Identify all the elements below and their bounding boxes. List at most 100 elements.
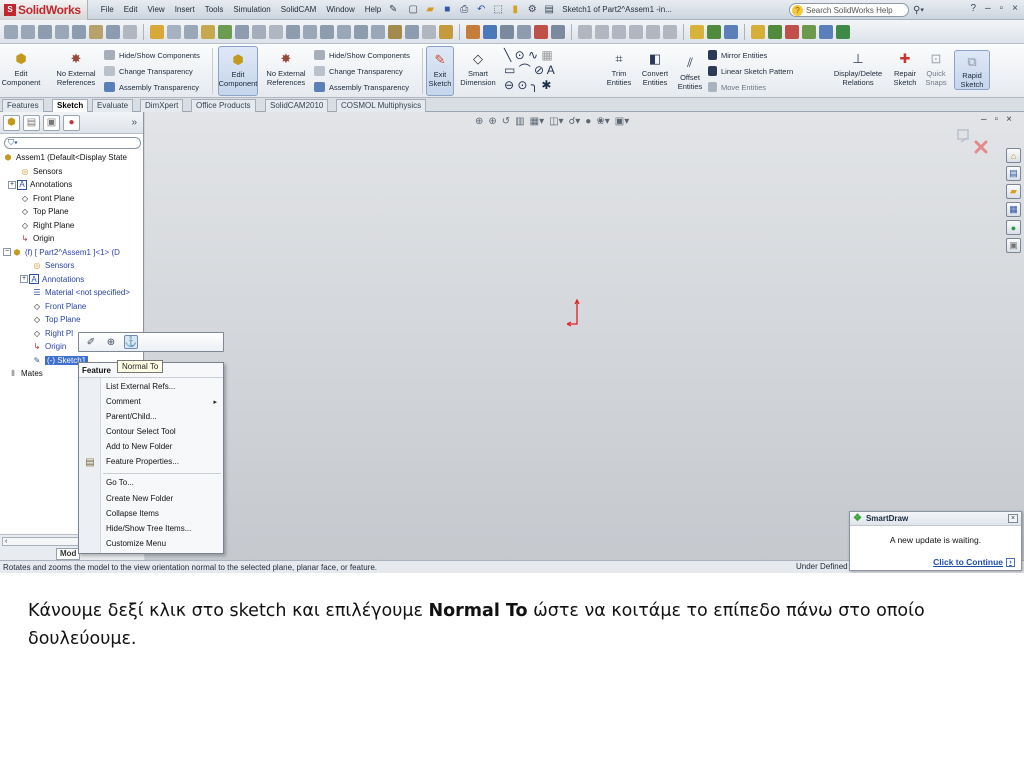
view-orientation-icon[interactable]: ▦▾ — [530, 116, 544, 127]
mirror-entities-button[interactable]: Mirror Entities — [708, 50, 767, 60]
help-menu-icon[interactable]: ? — [970, 3, 976, 14]
grid-icon[interactable]: ▦ — [541, 48, 552, 62]
edit-component-button[interactable]: ⬢ Edit Component — [2, 48, 41, 88]
menu-help[interactable]: Help — [360, 5, 386, 14]
close-icon[interactable]: × — [1012, 3, 1018, 14]
toolbar-icon-36[interactable] — [629, 24, 643, 39]
viewport-close-icon[interactable]: × — [1006, 114, 1012, 125]
toolbar-icon-31[interactable] — [534, 24, 548, 39]
zoom-to-fit-icon[interactable]: ⊕ — [475, 116, 483, 127]
edit-appearance-icon[interactable]: ● — [585, 116, 591, 127]
linear-sketch-pattern-button[interactable]: Linear Sketch Pattern — [708, 66, 793, 76]
toolbar-icon-40[interactable] — [707, 24, 721, 39]
tree-item-part2[interactable]: − ⬢ (f) [ Part2^Assem1 ]<1> (D — [0, 246, 143, 260]
tree-filter-field[interactable]: ⛉▾ — [4, 137, 141, 149]
appearances-icon[interactable]: ● — [1006, 220, 1021, 235]
tree-item-part-front-plane[interactable]: ◇ Front Plane — [0, 300, 143, 314]
tree-item-material[interactable]: ☰ Material <not specified> — [0, 286, 143, 300]
toolbar-icon-24[interactable] — [405, 24, 419, 39]
hide-show-items-icon[interactable]: ☌▾ — [569, 116, 581, 127]
file-explorer-icon[interactable]: ▰ — [1006, 184, 1021, 199]
configuration-manager-tab-icon[interactable]: ▣ — [43, 114, 60, 131]
toolbar-icon-25[interactable] — [422, 24, 436, 39]
convert-entities-button[interactable]: ◧ Convert Entities — [638, 48, 672, 88]
toolbar-icon-2[interactable] — [21, 24, 35, 39]
ellipse-icon[interactable]: ⊘ — [534, 63, 544, 77]
tab-office-products[interactable]: Office Products — [191, 99, 256, 112]
toolbar-icon-47[interactable] — [836, 24, 850, 39]
tree-item-front-plane[interactable]: ◇ Front Plane — [0, 192, 143, 206]
toolbar-icon-28[interactable] — [483, 24, 497, 39]
menu-item-parent-child[interactable]: Parent/Child... — [106, 412, 157, 421]
tab-evaluate[interactable]: Evaluate — [92, 99, 134, 112]
display-delete-relations-button[interactable]: ⊥ Display/Delete Relations — [830, 48, 886, 88]
toolbar-icon-44[interactable] — [785, 24, 799, 39]
rebuild-icon[interactable]: ▮ — [508, 3, 522, 17]
circle-icon[interactable]: ⊙ — [515, 48, 525, 62]
toolbar-icon-5[interactable] — [72, 24, 86, 39]
file-properties-icon[interactable]: ▤ — [542, 3, 556, 17]
change-transparency-button-2[interactable]: Change Transparency — [314, 66, 403, 76]
tree-item-part-top-plane[interactable]: ◇ Top Plane — [0, 313, 143, 327]
print-icon[interactable]: ⎙ — [457, 3, 471, 17]
previous-view-icon[interactable]: ↺ — [502, 116, 510, 127]
toolbar-icon-17[interactable] — [286, 24, 300, 39]
graphics-viewport[interactable]: ⊕ ⊕ ↺ ▥ ▦▾ ◫▾ ☌▾ ● ❀▾ ▣▾ – ▫ × ⌂ ▤ ▰ ▦ ●… — [145, 112, 1024, 560]
toolbar-icon-32[interactable] — [551, 24, 565, 39]
tree-item-sensors[interactable]: ◎ Sensors — [0, 165, 143, 179]
assembly-transparency-button-2[interactable]: Assembly Transparency — [314, 82, 409, 92]
toolbar-icon-16[interactable] — [269, 24, 283, 39]
menu-item-create-new-folder[interactable]: Create New Folder — [106, 494, 173, 503]
toolbar-icon-14[interactable] — [235, 24, 249, 39]
trim-entities-button[interactable]: ⌗ Trim Entities — [604, 48, 634, 88]
toolbar-icon-38[interactable] — [663, 24, 677, 39]
toolbar-icon-34[interactable] — [595, 24, 609, 39]
toolbar-icon-1[interactable] — [4, 24, 18, 39]
hide-show-components-button[interactable]: Hide/Show Components — [104, 50, 200, 60]
toolbar-icon-46[interactable] — [819, 24, 833, 39]
toolbar-icon-41[interactable] — [724, 24, 738, 39]
tree-item-origin[interactable]: ↳ Origin — [0, 232, 143, 246]
display-manager-tab-icon[interactable]: ● — [63, 114, 80, 131]
view-settings-icon[interactable]: ▣▾ — [615, 116, 629, 127]
hide-show-components-button-2[interactable]: Hide/Show Components — [314, 50, 410, 60]
point-icon[interactable]: ✱ — [541, 78, 551, 92]
toolbar-icon-20[interactable] — [337, 24, 351, 39]
zoom-to-selection-icon[interactable]: ⊕ — [104, 335, 118, 349]
menu-item-go-to[interactable]: Go To... — [106, 478, 134, 487]
toolbar-icon-29[interactable] — [500, 24, 514, 39]
open-folder-icon[interactable]: ▰ — [423, 3, 437, 17]
tab-dimxpert[interactable]: DimXpert — [140, 99, 184, 112]
menu-solidcam[interactable]: SolidCAM — [276, 5, 322, 14]
toolbar-icon-33[interactable] — [578, 24, 592, 39]
options-icon[interactable]: ⚙ — [525, 3, 539, 17]
toolbar-icon-43[interactable] — [768, 24, 782, 39]
toolbar-icon-35[interactable] — [612, 24, 626, 39]
tab-cosmol[interactable]: COSMOL Multiphysics — [336, 99, 427, 112]
toolbar-icon-3[interactable] — [38, 24, 52, 39]
tab-features[interactable]: Features — [2, 99, 44, 112]
repair-sketch-button[interactable]: ✚ Repair Sketch — [890, 48, 920, 88]
display-style-icon[interactable]: ◫▾ — [549, 116, 563, 127]
toolbar-icon-27[interactable] — [466, 24, 480, 39]
fillet-icon[interactable]: ╮ — [531, 78, 538, 92]
solidworks-resources-icon[interactable]: ⌂ — [1006, 148, 1021, 163]
zoom-to-area-icon[interactable]: ⊕ — [488, 116, 496, 127]
toolbar-icon-37[interactable] — [646, 24, 660, 39]
rapid-sketch-button[interactable]: ⧉ Rapid Sketch — [954, 50, 990, 90]
exit-sketch-corner-icon[interactable] — [957, 129, 969, 143]
toolbar-icon-21[interactable] — [354, 24, 368, 39]
toolbar-icon-23[interactable] — [388, 24, 402, 39]
polygon-icon[interactable]: ⊙ — [517, 78, 527, 92]
toolbar-icon-30[interactable] — [517, 24, 531, 39]
toolbar-icon-4[interactable] — [55, 24, 69, 39]
exit-sketch-button[interactable]: ✎ Exit Sketch — [426, 46, 454, 96]
toolbar-icon-13[interactable] — [218, 24, 232, 39]
tree-item-annotations[interactable]: + A Annotations — [0, 178, 143, 192]
no-external-references-button[interactable]: ✸ No External References — [54, 48, 98, 88]
tab-sketch[interactable]: Sketch — [52, 99, 89, 112]
minimize-icon[interactable]: – — [985, 3, 991, 14]
toolbar-icon-42[interactable] — [751, 24, 765, 39]
section-view-icon[interactable]: ▥ — [515, 116, 524, 127]
viewport-restore-icon[interactable]: ▫ — [995, 114, 999, 125]
